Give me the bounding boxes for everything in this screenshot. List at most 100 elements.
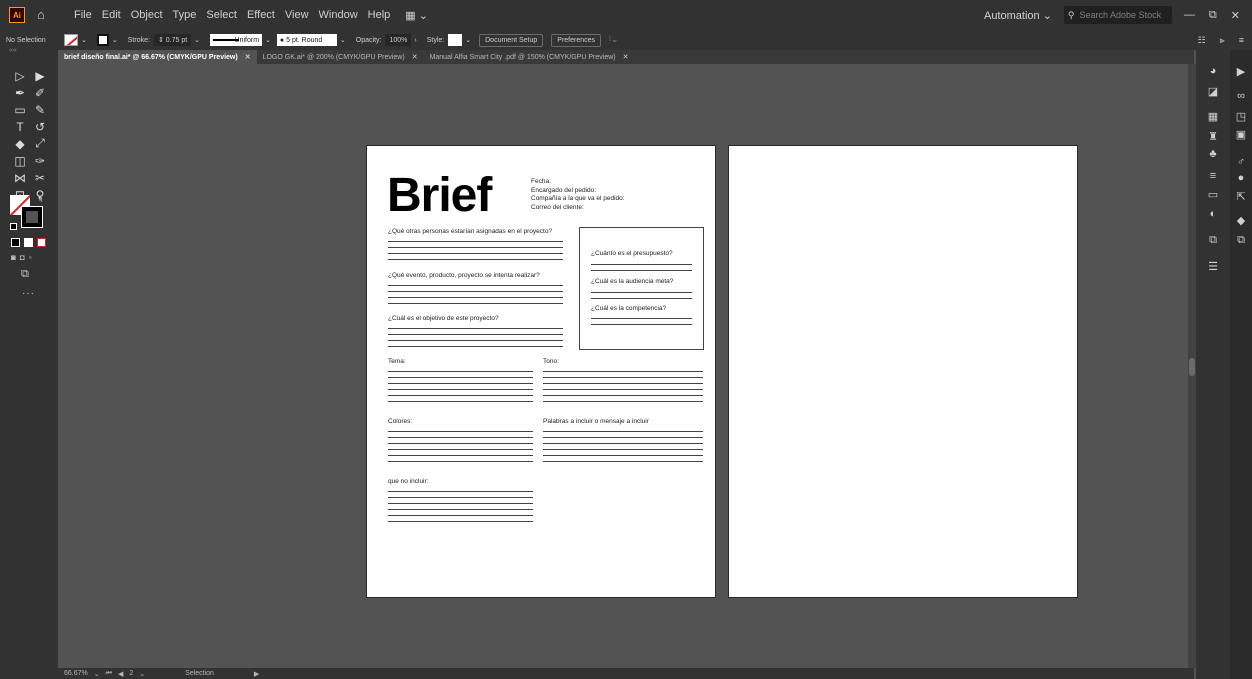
properties-icon[interactable]: ⫸ <box>1220 35 1225 46</box>
draw-behind-icon[interactable]: ◘ <box>20 253 25 262</box>
restore-button[interactable]: ⧉ <box>1209 9 1217 22</box>
fill-swatch[interactable] <box>64 34 78 46</box>
artboard-number-field[interactable]: 2 <box>129 670 133 677</box>
gradient-icon[interactable]: ▭ <box>1205 188 1221 201</box>
close-button[interactable]: ✕ <box>1231 9 1240 22</box>
minimize-button[interactable]: — <box>1184 9 1195 22</box>
arrange-documents-icon[interactable]: ▦ ⌄ <box>405 9 428 22</box>
layers-icon[interactable]: ☰ <box>1205 260 1221 273</box>
libraries-icon[interactable]: ◆ <box>1233 214 1249 227</box>
first-artboard-icon[interactable]: ⏮ <box>106 670 112 678</box>
asset-export-icon[interactable]: ⧉ <box>1233 234 1249 247</box>
curvature-tool-icon[interactable]: ✐ <box>31 85 49 100</box>
color-guide-icon[interactable]: ◪ <box>1205 85 1221 98</box>
artboard-1[interactable]: Brief Fecha: Encargado del pedido: Compa… <box>366 145 716 598</box>
zoom-field[interactable]: 66.67% <box>64 670 88 677</box>
free-transform-tool-icon[interactable]: ◫ <box>11 153 29 168</box>
pen-tool-icon[interactable]: ✒ <box>11 85 29 100</box>
brushes-icon[interactable]: ♜ <box>1205 130 1221 143</box>
menu-edit[interactable]: Edit <box>97 9 126 21</box>
pencil-tool-icon[interactable]: ✎ <box>31 102 49 117</box>
chevron-down-icon[interactable]: ⌄ <box>340 36 346 44</box>
play-icon[interactable]: ▶ <box>1233 65 1249 78</box>
pathfinder-icon[interactable]: ♂ <box>1233 156 1249 168</box>
play-icon[interactable]: ▶ <box>254 670 259 678</box>
draw-inside-icon[interactable]: ▫ <box>29 253 32 262</box>
swatches-icon[interactable]: ▦ <box>1205 110 1221 123</box>
chevron-down-icon[interactable]: ⌄ <box>112 36 118 44</box>
chevron-down-icon[interactable]: ⌄ <box>194 36 200 44</box>
chevron-down-icon[interactable]: ⌄ <box>81 36 87 44</box>
tab-manual-alfia[interactable]: Manual Alfia Smart City .pdf @ 150% (CMY… <box>424 50 635 64</box>
blend-tool-icon[interactable]: ⋈ <box>11 170 29 185</box>
panel-menu-icon[interactable]: ☷ <box>1198 35 1206 46</box>
opacity-field[interactable]: 100% <box>385 34 412 46</box>
type-tool-icon[interactable]: T <box>11 119 29 134</box>
document-info-icon[interactable]: ◳ <box>1233 110 1249 123</box>
none-mode-icon[interactable] <box>37 238 46 247</box>
chevron-right-icon[interactable]: › <box>414 37 416 44</box>
selection-tool-icon[interactable]: ▷ <box>11 68 29 83</box>
chevron-down-icon[interactable]: ⌄ <box>265 36 271 44</box>
stroke-icon[interactable] <box>21 206 43 228</box>
menu-object[interactable]: Object <box>126 9 168 21</box>
scrollbar-thumb[interactable] <box>1189 358 1195 376</box>
symbol-sprayer-tool-icon[interactable]: ✂ <box>31 170 49 185</box>
menu-view[interactable]: View <box>280 9 314 21</box>
symbols-icon[interactable]: ♣ <box>1205 148 1221 160</box>
rotate-tool-icon[interactable]: ↺ <box>31 119 49 134</box>
menu-file[interactable]: File <box>69 9 97 21</box>
eyedropper-tool-icon[interactable]: ✑ <box>31 153 49 168</box>
tab-logo-gk[interactable]: LOGO GK.ai* @ 200% (CMYK/GPU Preview) ✕ <box>257 50 424 64</box>
close-icon[interactable]: ✕ <box>245 53 251 61</box>
chevron-down-icon[interactable]: ⌄ <box>465 36 471 44</box>
menu-type[interactable]: Type <box>168 9 202 21</box>
stock-search-input[interactable]: ⚲ Search Adobe Stock <box>1063 6 1172 24</box>
vertical-scrollbar[interactable] <box>1188 64 1196 668</box>
default-colors-icon[interactable] <box>10 223 17 230</box>
brush-dropdown[interactable]: ● 5 pt. Round <box>276 34 337 46</box>
eraser-tool-icon[interactable]: ◆ <box>11 136 29 151</box>
artboards-icon[interactable]: ⧉ <box>1205 234 1221 247</box>
stroke-panel-icon[interactable]: ≡ <box>1205 170 1221 182</box>
chevron-down-icon[interactable]: ⌄ <box>139 670 145 678</box>
transparency-icon[interactable]: ◐ <box>1205 208 1221 220</box>
info-icon[interactable]: ▣ <box>1233 128 1249 141</box>
menu-select[interactable]: Select <box>201 9 242 21</box>
graphic-style-swatch[interactable] <box>448 34 463 46</box>
scale-tool-icon[interactable]: ⤢ <box>31 136 49 151</box>
close-icon[interactable]: ✕ <box>412 53 418 61</box>
hamburger-menu-icon[interactable]: ≡ <box>1239 35 1244 45</box>
chevron-down-icon[interactable]: ⌄ <box>94 670 100 678</box>
artboard-2[interactable] <box>728 145 1078 598</box>
links-icon[interactable]: ∞ <box>1233 90 1249 102</box>
preferences-button[interactable]: Preferences <box>551 33 602 47</box>
gradient-mode-icon[interactable] <box>24 238 33 247</box>
document-setup-button[interactable]: Document Setup <box>479 33 544 47</box>
workspace-switcher[interactable]: Automation ⌄ <box>984 9 1052 22</box>
menu-help[interactable]: Help <box>363 9 396 21</box>
screen-mode-icon[interactable]: ⧉ <box>21 268 29 281</box>
export-icon[interactable]: ⇱ <box>1233 190 1249 203</box>
align-icon[interactable]: ⫶ ⌄ <box>609 36 616 44</box>
stroke-profile-dropdown[interactable]: Uniform <box>210 34 263 46</box>
panel-grip-icon[interactable]: «« <box>9 47 17 54</box>
rectangle-tool-icon[interactable]: ▭ <box>11 102 29 117</box>
fill-stroke-widget[interactable]: ↰ <box>10 195 46 231</box>
color-panel-icon[interactable]: ◕ <box>1205 65 1221 77</box>
stroke-swatch[interactable] <box>96 34 109 46</box>
direct-selection-tool-icon[interactable]: ▶ <box>31 68 49 83</box>
draw-normal-icon[interactable]: ◙ <box>11 253 16 262</box>
more-tools-icon[interactable]: ··· <box>22 288 35 299</box>
color-mode-icon[interactable] <box>11 238 20 247</box>
close-icon[interactable]: ✕ <box>623 53 629 61</box>
prev-artboard-icon[interactable]: ◀ <box>118 670 123 678</box>
stroke-weight-field[interactable]: ⇕ 0.75 pt <box>153 34 192 46</box>
swap-icon[interactable]: ↰ <box>37 195 44 204</box>
menu-effect[interactable]: Effect <box>242 9 280 21</box>
appearance-icon[interactable]: ● <box>1233 172 1249 184</box>
home-icon[interactable]: ⌂ <box>37 8 51 22</box>
tab-brief-diseno[interactable]: brief diseño final.ai* @ 66.67% (CMYK/GP… <box>58 50 257 64</box>
menu-window[interactable]: Window <box>314 9 363 21</box>
canvas[interactable]: Brief Fecha: Encargado del pedido: Compa… <box>58 64 1194 668</box>
